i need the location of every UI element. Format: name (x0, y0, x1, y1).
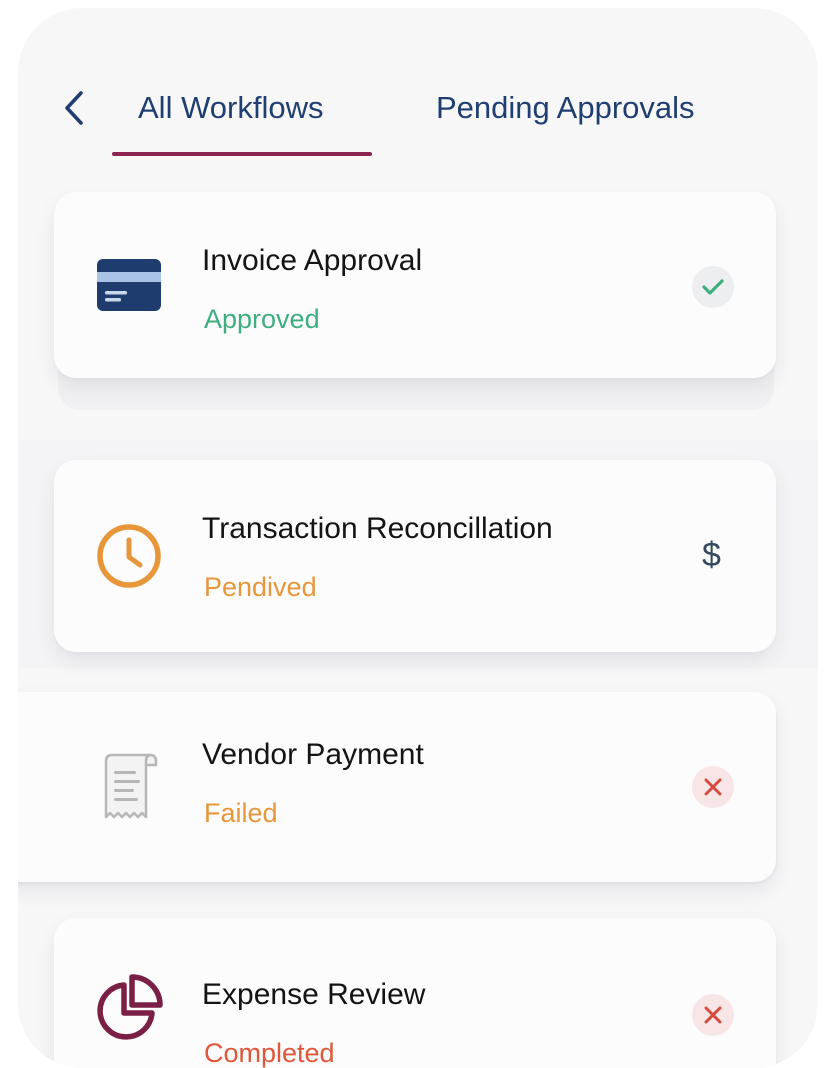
credit-card-icon (97, 259, 161, 311)
tab-all-workflows[interactable]: All Workflows (138, 90, 323, 126)
back-button[interactable] (58, 88, 90, 128)
card-title: Vendor Payment (202, 738, 424, 771)
check-icon (702, 279, 724, 295)
card-icon-wrapper (94, 973, 164, 1043)
status-badge-failed (692, 994, 734, 1036)
workflow-card-invoice-approval[interactable]: Invoice Approval Approved (54, 192, 776, 378)
active-tab-indicator (112, 152, 372, 156)
receipt-icon (104, 753, 158, 819)
status-text: Pendived (204, 572, 317, 602)
header: All Workflows Pending Approvals (18, 8, 818, 168)
status-text: Approved (204, 304, 320, 334)
card-icon-wrapper (94, 250, 164, 320)
clock-icon (97, 524, 161, 588)
close-icon (704, 778, 722, 796)
workflow-card-vendor-payment[interactable]: Vendor Payment Failed (18, 692, 776, 882)
chevron-left-icon (65, 91, 83, 125)
card-title: Transaction Reconcillation (202, 512, 553, 545)
card-icon-wrapper (94, 521, 164, 591)
status-text: Completed (204, 1038, 335, 1068)
tab-pending-approvals[interactable]: Pending Approvals (436, 90, 695, 126)
workflow-card-transaction-reconcillation[interactable]: Transaction Reconcillation Pendived $ (54, 460, 776, 652)
card-title: Invoice Approval (202, 244, 423, 277)
status-badge-failed (692, 766, 734, 808)
status-badge-approved (692, 266, 734, 308)
card-title: Expense Review (202, 978, 426, 1011)
pie-chart-icon (97, 974, 163, 1040)
dollar-icon: $ (702, 536, 721, 574)
card-icon-wrapper (94, 752, 164, 822)
phone-frame: All Workflows Pending Approvals Invoice … (18, 8, 818, 1068)
close-icon (704, 1006, 722, 1024)
status-text: Failed (204, 798, 278, 828)
workflow-card-expense-review[interactable]: Expense Review Completed (54, 918, 776, 1068)
